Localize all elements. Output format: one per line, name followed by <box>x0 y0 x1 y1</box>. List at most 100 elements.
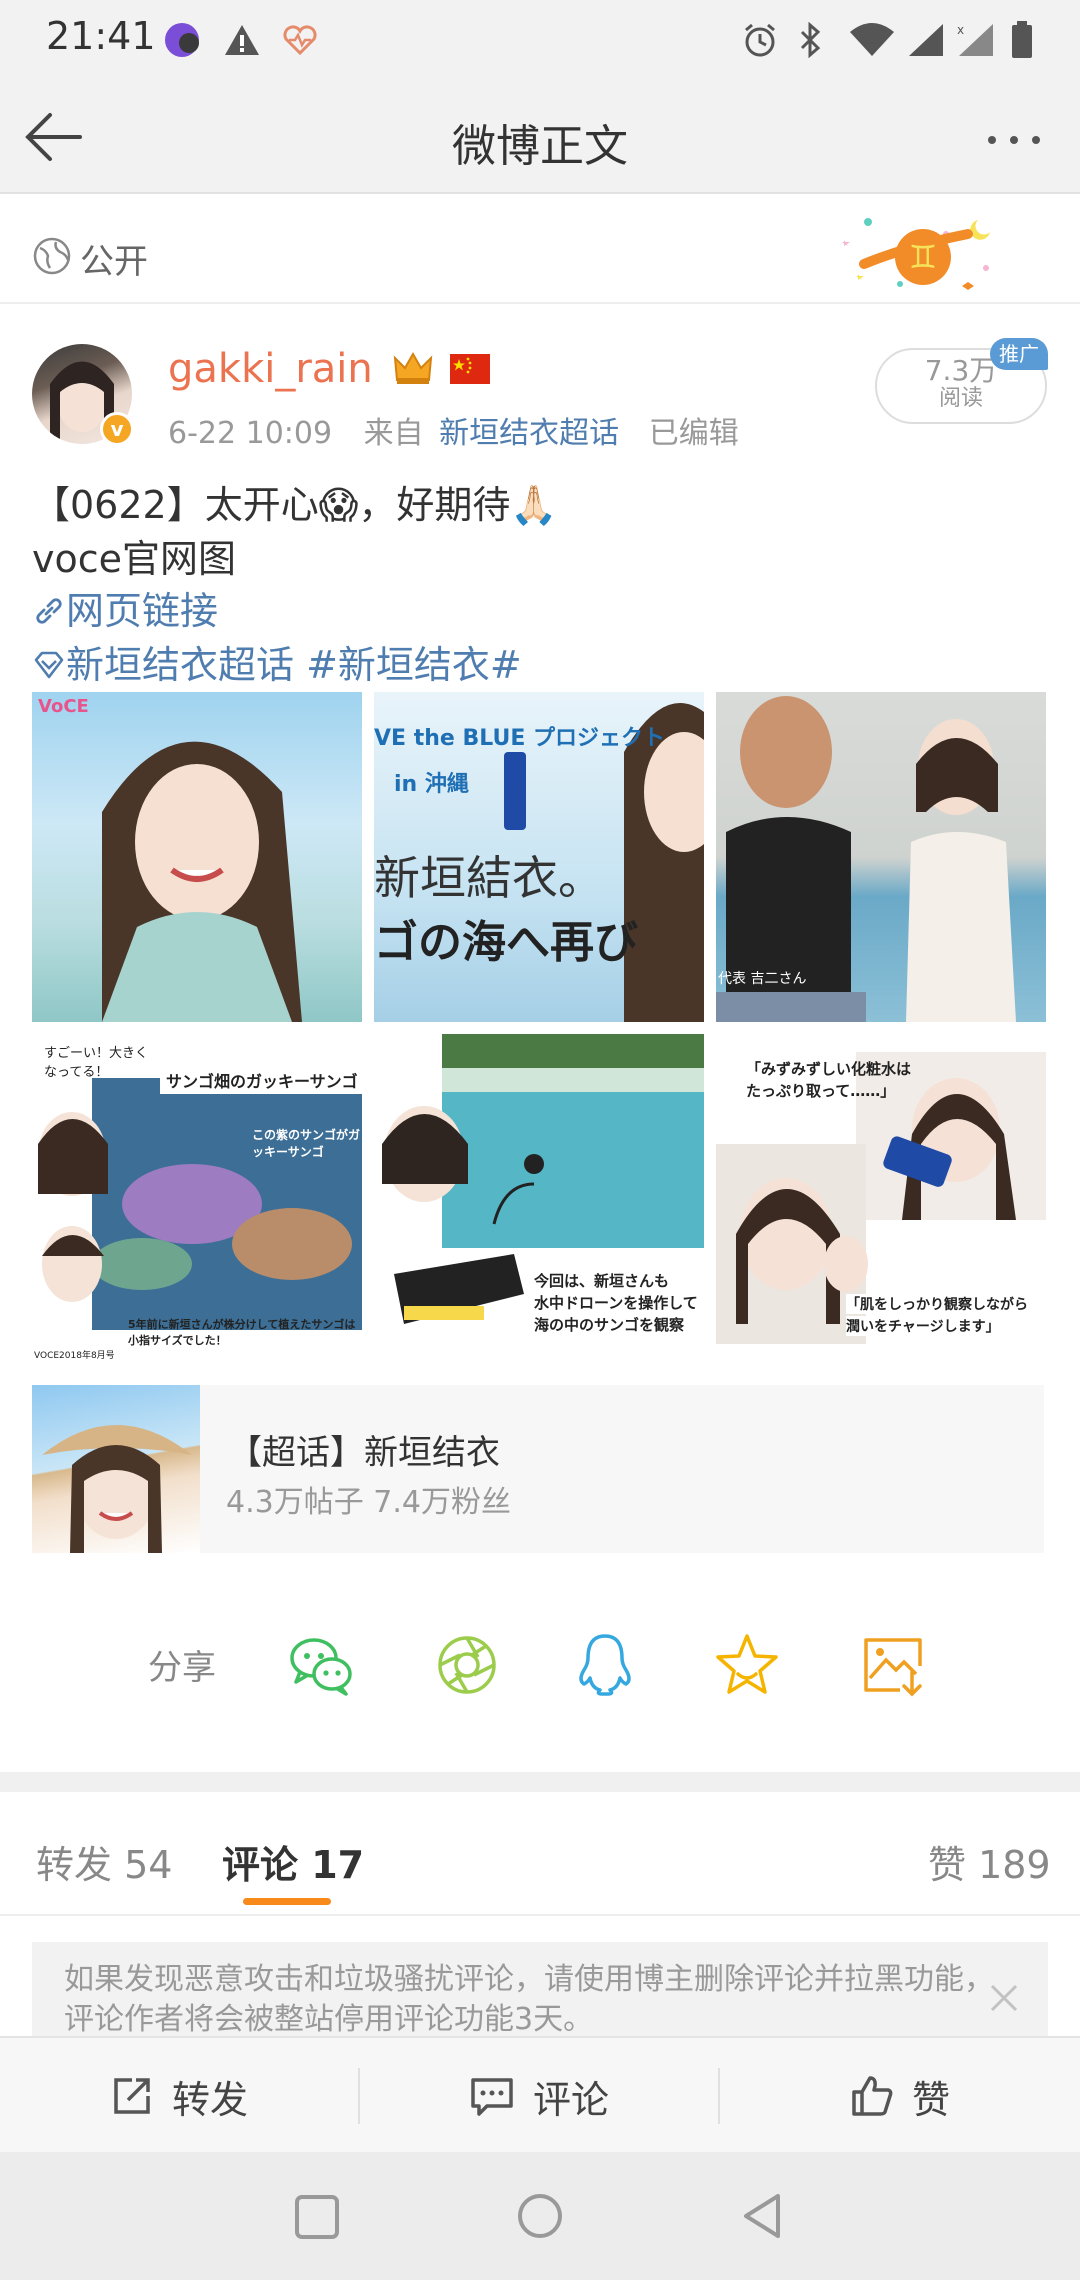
privacy-bar: 公开 ♊ <box>0 212 1080 304</box>
edited-label: 已编辑 <box>648 416 739 451</box>
promote-badge[interactable]: 推广 <box>990 338 1048 370</box>
thumbs-up-icon <box>852 2076 893 2116</box>
recents-button[interactable] <box>292 2192 342 2242</box>
image-6-caption-4: 潤いをチャージします」 <box>846 1316 1000 1336</box>
web-link[interactable]: 网页链接 <box>32 580 218 635</box>
comment-notice: 如果发现恶意攻击和垃圾骚扰评论，请使用博主删除评论并拉黑功能，评论作者将会被整站… <box>32 1942 1048 2042</box>
wifi-icon <box>846 18 898 62</box>
wechat-share-button[interactable] <box>286 1630 356 1700</box>
back-nav-button[interactable] <box>738 2190 790 2242</box>
signal-x-icon: x <box>954 18 998 62</box>
zodiac-symbol: ♊ <box>909 238 938 276</box>
image-2-caption-3: 新垣結衣。 <box>374 851 604 905</box>
tab-repost[interactable]: 转发 54 <box>36 1834 172 1889</box>
close-notice-button[interactable] <box>988 1982 1028 2022</box>
moments-icon <box>438 1636 496 1694</box>
image-4-caption-2: サンゴ畑のガッキーサンゴ <box>160 1066 362 1094</box>
link-icon <box>36 598 62 624</box>
topic-link[interactable]: 新垣结衣超话 #新垣结衣# <box>32 634 522 689</box>
privacy-label: 公开 <box>80 242 148 282</box>
image-4-caption-3: この紫のサンゴがガッキーサンゴ <box>252 1128 361 1159</box>
image-1-caption: VoCE <box>38 696 89 717</box>
comment-button[interactable]: 评论 <box>360 2038 718 2154</box>
repost-label: 转发 <box>171 2077 248 2122</box>
image-5-caption-2: 水中ドローンを操作して <box>534 1294 698 1312</box>
supertopic-title: 【超话】新垣结衣 <box>228 1433 500 1473</box>
crown-icon <box>394 351 433 384</box>
image-5-caption-3: 海の中のサンゴを観察 <box>534 1316 685 1334</box>
repost-button[interactable]: 转发 <box>0 2038 358 2154</box>
home-button[interactable] <box>514 2190 566 2242</box>
repost-icon <box>114 2078 150 2114</box>
post-username[interactable]: gakki_rain <box>168 346 491 392</box>
share-label: 分享 <box>148 1648 216 1688</box>
warning-icon <box>220 18 264 62</box>
status-bar: 21:41 x <box>0 0 1080 80</box>
like-label: 赞 <box>911 2077 950 2122</box>
image-2-caption-2: in 沖縄 <box>394 772 469 797</box>
battery-icon <box>1006 18 1038 62</box>
zodiac-gemini-decoration: ♊ <box>828 212 1008 304</box>
system-nav-bar <box>0 2152 1080 2280</box>
image-4-caption-1: すごーい！大きくなってる！ <box>44 1046 149 1080</box>
wechat-icon <box>290 1638 352 1696</box>
post-action-bar: 转发 评论 赞 <box>0 2036 1080 2152</box>
svg-text:x: x <box>957 23 964 37</box>
post-date: 6-22 10:09 <box>168 416 333 451</box>
save-image-share-button[interactable] <box>858 1630 928 1700</box>
star-icon <box>716 1634 778 1694</box>
post-image-6[interactable]: 「みずみずしい化粧水は たっぷり取って……」 「肌をしっかり観察しながら 潤いを… <box>716 1034 1046 1364</box>
post-image-5[interactable]: 今回は、新垣さんも 水中ドローンを操作して 海の中のサンゴを観察 <box>374 1034 704 1364</box>
more-dots-icon <box>988 136 1040 144</box>
image-6-caption-3: 「肌をしっかり観察しながら <box>846 1294 1028 1314</box>
qq-share-button[interactable] <box>570 1630 640 1700</box>
bluetooth-icon <box>790 18 830 62</box>
supertopic-stats: 4.3万帖子 7.4万粉丝 <box>226 1485 511 1520</box>
supertopic-diamond-icon <box>34 651 64 679</box>
post-image-4[interactable]: すごーい！大きくなってる！ サンゴ畑のガッキーサンゴ この紫のサンゴがガッキーサ… <box>32 1034 362 1364</box>
favorite-share-button[interactable] <box>712 1630 782 1700</box>
source-prefix: 来自 <box>363 416 424 451</box>
title-bar: 微博正文 <box>0 80 1080 194</box>
image-3-caption: 代表 吉二さん <box>718 971 807 987</box>
post-image-3[interactable]: 代表 吉二さん <box>716 692 1046 1022</box>
supertopic-thumbnail <box>32 1385 200 1553</box>
post-image-1[interactable]: VoCE <box>32 692 362 1022</box>
source-link[interactable]: 新垣结衣超话 <box>439 416 619 451</box>
notice-text: 如果发现恶意攻击和垃圾骚扰评论，请使用博主删除评论并拉黑功能，评论作者将会被整站… <box>64 1962 994 2037</box>
moments-share-button[interactable] <box>432 1630 502 1700</box>
supertopic-card[interactable]: 【超话】新垣结衣 4.3万帖子 7.4万粉丝 <box>32 1385 1044 1553</box>
tab-like[interactable]: 赞 189 <box>928 1834 1051 1889</box>
signal-icon <box>904 18 948 62</box>
china-flag-icon <box>450 354 491 384</box>
post-image-2[interactable]: VE the BLUE プロジェクト in 沖縄 新垣結衣。 ゴの海へ再び <box>374 692 704 1022</box>
save-image-icon <box>864 1638 922 1697</box>
health-heart-icon <box>278 18 322 62</box>
image-2-caption-1: VE the BLUE プロジェクト <box>374 726 666 751</box>
topic-text: 新垣结衣超话 #新垣结衣# <box>66 643 522 687</box>
tab-divider <box>0 1914 1080 1916</box>
post-text-line1: 【0622】太开心😱，好期待🙏🏻 <box>32 483 558 527</box>
comment-label: 评论 <box>532 2077 609 2122</box>
like-button[interactable]: 赞 <box>720 2038 1080 2154</box>
web-link-text: 网页链接 <box>66 589 219 633</box>
status-time: 21:41 <box>46 14 156 58</box>
app-notification-icon <box>162 18 202 62</box>
image-6-caption-1: 「みずみずしい化粧水は <box>746 1060 912 1078</box>
share-row: 分享 <box>0 1620 1080 1710</box>
tab-comment[interactable]: 评论 17 <box>222 1834 364 1889</box>
image-5-caption-1: 今回は、新垣さんも <box>534 1272 670 1290</box>
verified-badge-icon: v <box>100 412 134 446</box>
read-label: 阅读 <box>938 386 983 411</box>
active-tab-indicator <box>243 1898 331 1905</box>
close-icon <box>990 1984 1018 2012</box>
more-button[interactable] <box>982 120 1052 160</box>
section-divider <box>0 1772 1080 1792</box>
post-text-line2: voce官网图 <box>32 537 237 581</box>
image-6-caption-2: たっぷり取って……」 <box>746 1082 896 1100</box>
username-text: gakki_rain <box>168 346 373 392</box>
alarm-icon <box>738 18 782 62</box>
post-meta: 6-22 10:09 来自 新垣结衣超话 已编辑 <box>168 408 739 452</box>
page-title: 微博正文 <box>452 121 628 172</box>
circle-home-icon <box>518 2194 562 2238</box>
